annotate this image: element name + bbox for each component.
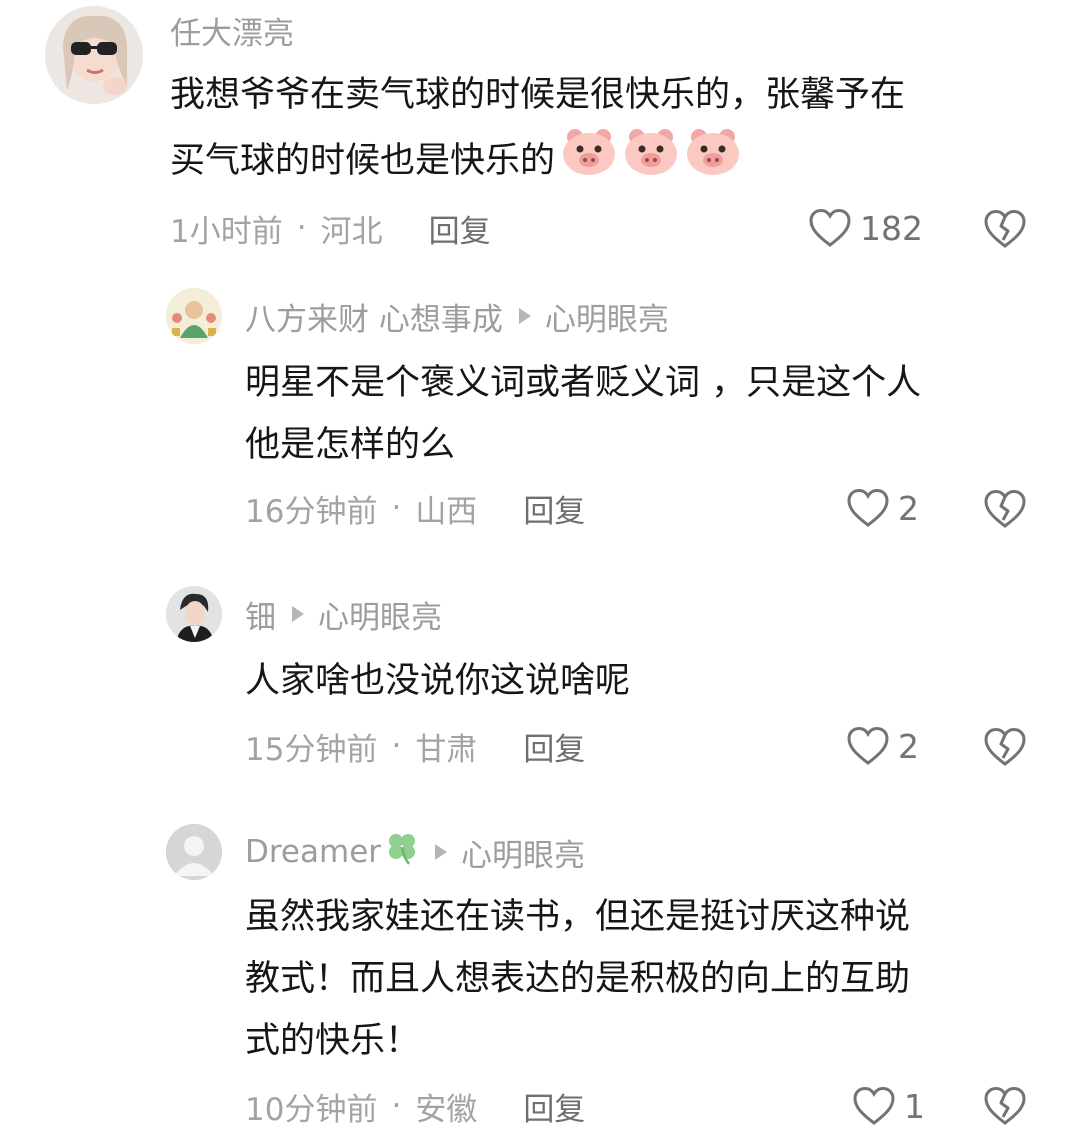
heart-outline-icon: [852, 1086, 896, 1126]
comment-body: 人家啥也没说你这说啥呢: [245, 650, 630, 712]
reply-comment: Dreamer 心明眼亮 虽然我家娃还在读书，但还是挺讨厌这种说 教式！而且人想…: [0, 816, 1080, 1128]
reply-button[interactable]: 回复: [523, 486, 585, 531]
comment-author-line: Dreamer 心明眼亮: [245, 830, 585, 874]
comment-text-line: 虽然我家娃还在读书，但还是挺讨厌这种说: [245, 897, 911, 937]
comment-meta: 1小时前 · 河北 回复: [170, 206, 491, 250]
reply-to-name[interactable]: 心明眼亮: [318, 592, 442, 637]
heart-outline-icon: [808, 208, 852, 248]
meta-separator: ·: [391, 1088, 402, 1124]
reply-button[interactable]: 回复: [523, 1084, 585, 1129]
like-button[interactable]: 2: [846, 723, 919, 769]
pig-face-emoji: [623, 126, 679, 196]
comment-body: 虽然我家娃还在读书，但还是挺讨厌这种说 教式！而且人想表达的是积极的向上的互助 …: [245, 886, 910, 1072]
pig-face-emoji: [561, 126, 617, 196]
reply-arrow-icon: [435, 844, 448, 860]
comment-location: 甘肃: [415, 731, 478, 768]
broken-heart-icon: [983, 209, 1027, 253]
reply-arrow-icon: [292, 606, 304, 622]
comment: 任大漂亮 我想爷爷在卖气球的时候是很快乐的，张馨予在 买气球的时候也是快乐的 1…: [0, 0, 1080, 270]
avatar[interactable]: [166, 288, 222, 344]
author-name[interactable]: 钿: [245, 592, 276, 637]
comment-body: 明星不是个褒义词或者贬义词 ，只是这个人 他是怎样的么: [245, 352, 921, 476]
comment-text-line: 买气球的时候也是快乐的: [170, 141, 556, 181]
comment-text-line: 我想爷爷在卖气球的时候是很快乐的，张馨予在: [170, 75, 906, 115]
comment-time: 1小时前: [170, 213, 283, 250]
comment-author-line: 八方来财 心想事成 心明眼亮: [245, 294, 669, 338]
comment-text-line: 人家啥也没说你这说啥呢: [245, 661, 631, 701]
comment-location: 安徽: [415, 1091, 478, 1128]
reply-button[interactable]: 回复: [429, 206, 491, 251]
dislike-button[interactable]: [983, 1086, 1027, 1126]
broken-heart-icon: [983, 727, 1027, 771]
like-count: 182: [860, 208, 923, 248]
comment-text-line: 明星不是个褒义词或者贬义词 ，只是这个人: [245, 363, 922, 403]
author-name[interactable]: Dreamer: [245, 834, 381, 870]
avatar[interactable]: [166, 824, 222, 880]
avatar[interactable]: [166, 586, 222, 642]
dislike-button[interactable]: [983, 209, 1027, 249]
reply-arrow-icon: [518, 308, 531, 324]
avatar[interactable]: [45, 6, 143, 104]
like-button[interactable]: 2: [846, 485, 919, 531]
comment-location: 山西: [415, 493, 478, 530]
comment-meta: 15分钟前 · 甘肃 回复: [245, 724, 585, 768]
comment-location: 河北: [320, 213, 383, 250]
like-button[interactable]: 1: [852, 1083, 925, 1129]
like-count: 2: [898, 488, 919, 528]
reply-comment: 八方来财 心想事成 心明眼亮 明星不是个褒义词或者贬义词 ，只是这个人 他是怎样…: [0, 280, 1080, 550]
heart-outline-icon: [846, 726, 890, 766]
pig-face-emoji: [685, 126, 741, 196]
broken-heart-icon: [983, 1086, 1027, 1130]
dislike-button[interactable]: [983, 489, 1027, 529]
broken-heart-icon: [983, 489, 1027, 533]
comment-meta: 10分钟前 · 安徽 回复: [245, 1084, 585, 1128]
comment-time: 16分钟前: [245, 493, 378, 530]
comment-text-line-with-emoji: 买气球的时候也是快乐的: [170, 126, 905, 196]
four-leaf-clover-icon: [385, 830, 419, 874]
comment-meta: 16分钟前 · 山西 回复: [245, 486, 585, 530]
author-name[interactable]: 任大漂亮: [170, 8, 294, 53]
comment-text-line: 他是怎样的么: [245, 425, 456, 465]
like-count: 2: [898, 726, 919, 766]
author-name[interactable]: 八方来财 心想事成: [245, 294, 503, 339]
reply-comment: 钿 心明眼亮 人家啥也没说你这说啥呢 15分钟前 · 甘肃 回复 2: [0, 578, 1080, 778]
like-count: 1: [904, 1086, 925, 1126]
dislike-button[interactable]: [983, 727, 1027, 767]
like-button[interactable]: 182: [808, 205, 923, 251]
comment-text-line: 式的快乐！: [245, 1021, 421, 1061]
comment-body: 我想爷爷在卖气球的时候是很快乐的，张馨予在 买气球的时候也是快乐的: [170, 64, 905, 196]
reply-to-name[interactable]: 心明眼亮: [545, 294, 669, 339]
meta-separator: ·: [391, 490, 402, 526]
reply-to-name[interactable]: 心明眼亮: [461, 830, 585, 875]
meta-separator: ·: [391, 728, 402, 764]
comment-time: 10分钟前: [245, 1091, 378, 1128]
comment-text-line: 教式！而且人想表达的是积极的向上的互助: [245, 959, 911, 999]
comment-author-line: 任大漂亮: [170, 8, 294, 52]
heart-outline-icon: [846, 488, 890, 528]
meta-separator: ·: [296, 210, 307, 246]
reply-button[interactable]: 回复: [523, 724, 585, 769]
comment-author-line: 钿 心明眼亮: [245, 592, 442, 636]
comment-time: 15分钟前: [245, 731, 378, 768]
